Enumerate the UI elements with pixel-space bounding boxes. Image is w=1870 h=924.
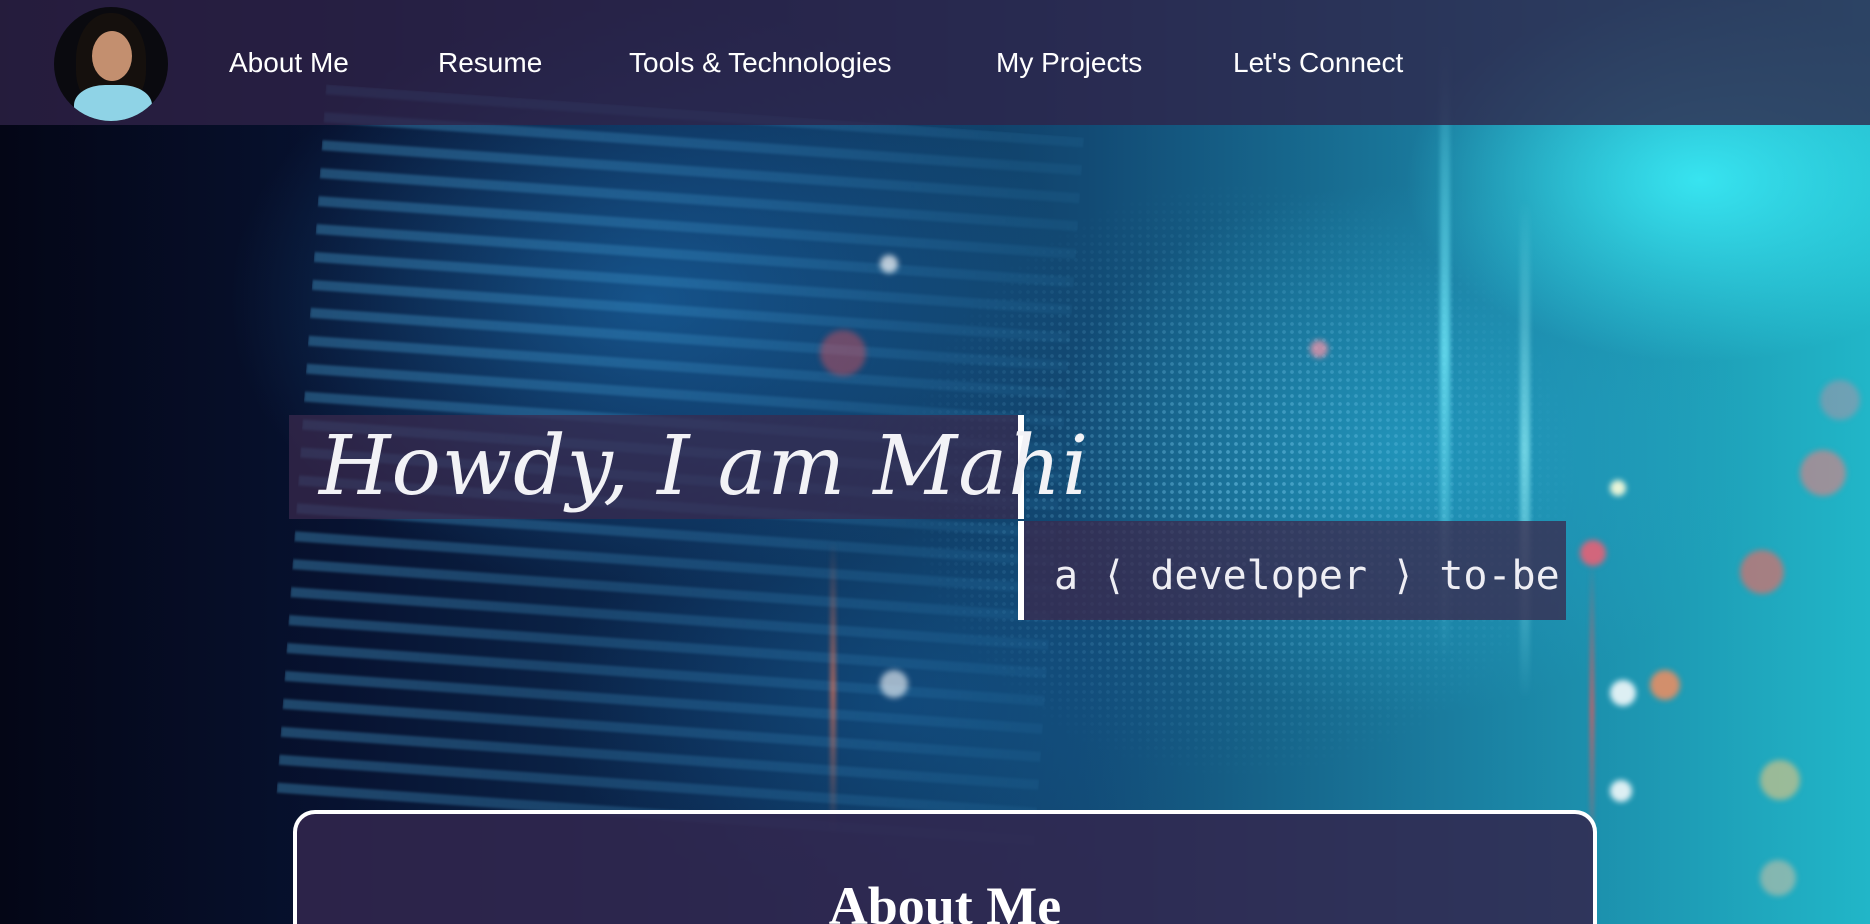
hero-bokeh-light	[1580, 540, 1606, 566]
nav-link-lets-connect[interactable]: Let's Connect	[1233, 46, 1403, 80]
hero-light-streak	[1590, 560, 1594, 860]
hero-bokeh-light	[1610, 480, 1626, 496]
hero-tagline-panel: a ⟨ developer ⟩ to-be	[1018, 521, 1566, 620]
hero-greeting-panel: Howdy, I am Mahi	[289, 415, 1088, 519]
hero-bokeh-light	[1760, 760, 1800, 800]
page: About Me Resume Tools & Technologies My …	[0, 0, 1870, 924]
hero-bokeh-light	[1610, 780, 1632, 802]
hero-bokeh-light	[1800, 450, 1846, 496]
hero-greeting: Howdy, I am Mahi	[319, 419, 1090, 514]
hero-bokeh-light	[1610, 680, 1636, 706]
hero-tagline: a ⟨ developer ⟩ to-be	[1054, 553, 1560, 599]
hero-bokeh-light	[1650, 670, 1680, 700]
hero-bokeh-light	[820, 330, 866, 376]
hero-bokeh-light	[1310, 340, 1328, 358]
hero-bokeh-light	[1760, 860, 1796, 896]
nav-link-tools-technologies[interactable]: Tools & Technologies	[629, 46, 892, 80]
hero-bokeh-light	[1740, 550, 1784, 594]
about-me-section: About Me	[293, 810, 1597, 924]
hero-bokeh-light	[880, 255, 898, 273]
about-me-heading: About Me	[828, 876, 1062, 924]
nav-link-resume[interactable]: Resume	[438, 46, 542, 80]
avatar-shirt	[74, 85, 152, 121]
nav-link-my-projects[interactable]: My Projects	[996, 46, 1142, 80]
top-navigation-bar: About Me Resume Tools & Technologies My …	[0, 0, 1870, 125]
avatar-face	[92, 31, 132, 81]
avatar[interactable]	[54, 7, 168, 121]
hero-bokeh-light	[880, 670, 908, 698]
hero-light-streak	[1520, 200, 1530, 700]
hero-bokeh-light	[1820, 380, 1860, 420]
nav-link-about-me[interactable]: About Me	[229, 46, 349, 80]
hero-light-streak	[830, 540, 836, 840]
